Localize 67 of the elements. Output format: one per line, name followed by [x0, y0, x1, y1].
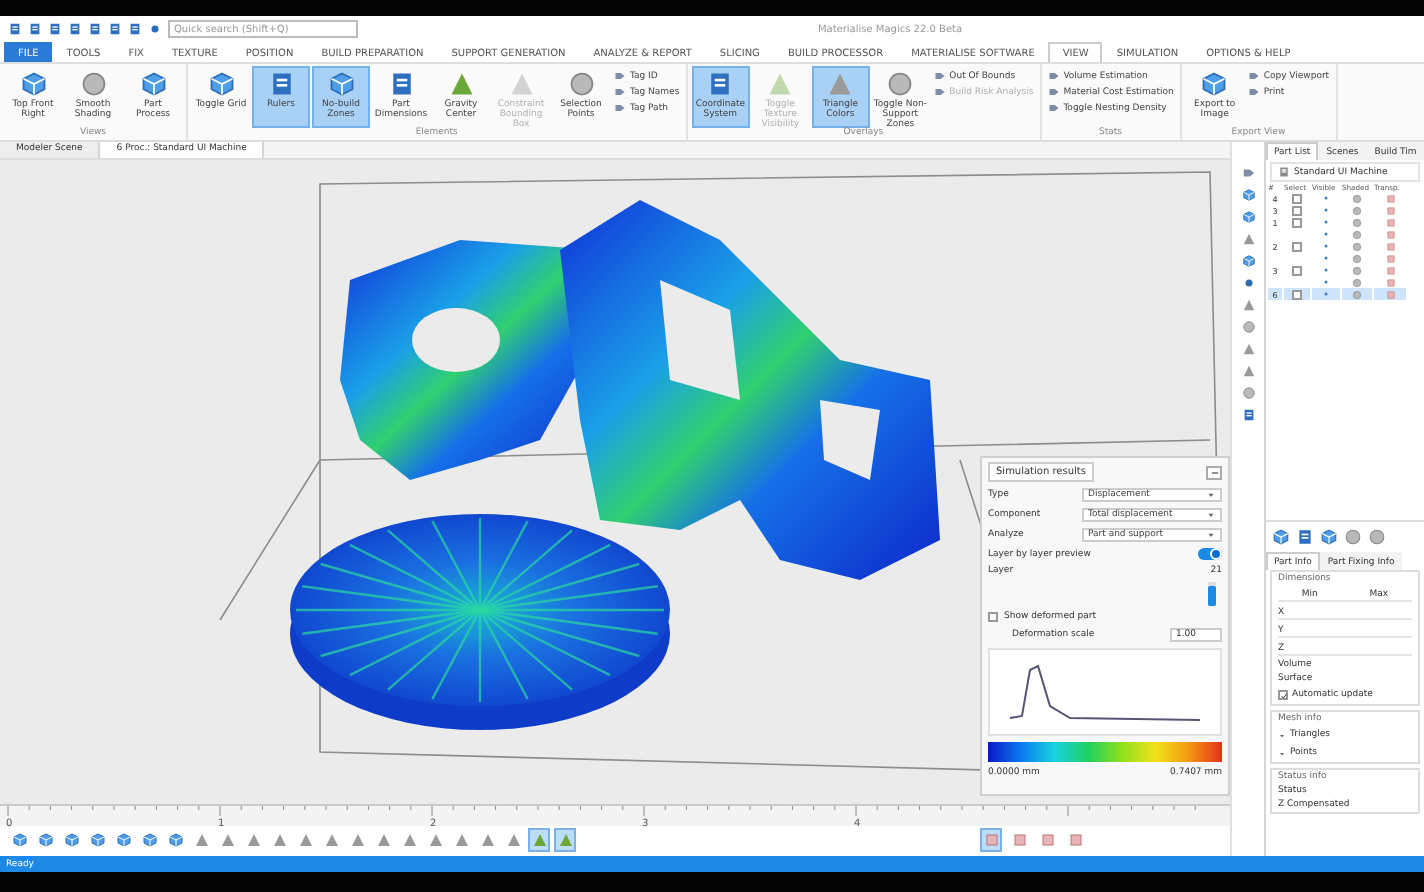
checkbox[interactable]: [1292, 205, 1302, 215]
document-icon: [28, 22, 42, 36]
tag-icon: [1241, 166, 1255, 180]
caret-icon: [1278, 731, 1286, 739]
cube-icon: [139, 70, 167, 98]
dot-icon: [1322, 194, 1330, 202]
checkbox[interactable]: [1278, 690, 1288, 700]
cube-icon: [1241, 210, 1255, 224]
sphere-icon: [79, 70, 107, 98]
sphere-icon: [886, 70, 915, 98]
dot-icon: [1322, 290, 1330, 298]
dot-icon: [1241, 276, 1255, 290]
cube-icon: [1200, 70, 1229, 98]
cube-icon: [89, 832, 105, 849]
document-icon: [108, 22, 122, 36]
triangle-icon: [1241, 232, 1255, 246]
cube-icon: [1241, 254, 1255, 268]
cube-icon: [19, 70, 47, 98]
search-icon: [148, 22, 162, 36]
cube-icon: [63, 832, 79, 849]
dot-icon: [1322, 266, 1330, 274]
cube-icon: [37, 832, 53, 849]
checkbox[interactable]: [988, 612, 998, 622]
cube-icon: [167, 832, 183, 849]
cube-icon: [141, 832, 157, 849]
checkbox[interactable]: [1292, 193, 1302, 203]
dot-icon: [1322, 254, 1330, 262]
checkbox[interactable]: [1292, 217, 1302, 227]
dot-icon: [1322, 206, 1330, 214]
view-button[interactable]: [980, 828, 1002, 853]
checkbox[interactable]: [1292, 265, 1302, 275]
cube-icon: [327, 70, 355, 98]
square-icon: [1067, 832, 1083, 849]
square-icon: [983, 832, 999, 849]
document-icon: [68, 22, 82, 36]
caret-icon: [1278, 749, 1286, 757]
cube-icon: [1320, 528, 1338, 546]
checkbox[interactable]: [1292, 241, 1302, 251]
toolbar-button[interactable]: [528, 828, 550, 853]
cube-icon: [1272, 528, 1290, 546]
document-icon: [88, 22, 102, 36]
sphere-icon: [1241, 320, 1255, 334]
document-icon: [8, 22, 22, 36]
dot-icon: [1322, 278, 1330, 286]
minus-icon: [1209, 467, 1219, 477]
checkbox[interactable]: [1292, 289, 1302, 299]
document-icon: [128, 22, 142, 36]
square-icon: [1039, 832, 1055, 849]
cube-icon: [1241, 188, 1255, 202]
document-icon: [1296, 528, 1314, 546]
minimize-button[interactable]: [1206, 465, 1222, 479]
dot-icon: [1322, 218, 1330, 226]
tick-icon: [1279, 691, 1287, 699]
slider-fill[interactable]: [1208, 585, 1216, 606]
cube-icon: [115, 832, 131, 849]
toolbar-button[interactable]: [554, 828, 576, 853]
document-icon: [48, 22, 62, 36]
dot-icon: [1322, 230, 1330, 238]
sphere-icon: [567, 70, 595, 98]
cube-icon: [207, 70, 235, 98]
square-icon: [1011, 832, 1027, 849]
dot-icon: [1322, 242, 1330, 250]
triangle-icon: [1241, 298, 1255, 312]
toggle-switch[interactable]: [1198, 548, 1222, 560]
sphere-icon: [1241, 386, 1255, 400]
document-icon: [1241, 408, 1255, 422]
cube-icon: [11, 832, 27, 849]
